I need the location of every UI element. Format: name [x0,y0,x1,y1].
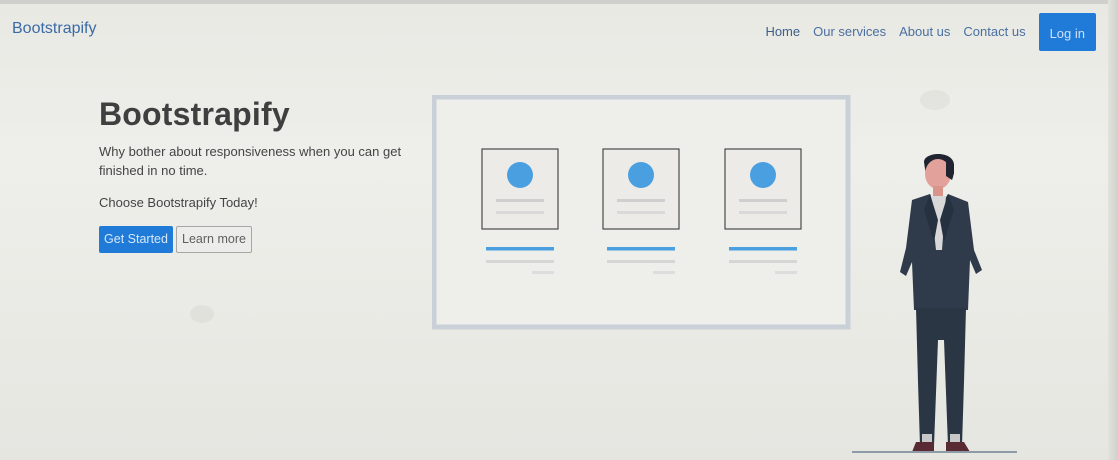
learn-more-button[interactable]: Learn more [176,226,252,253]
navbar: Bootstrapify Home Our services About us … [0,8,1110,56]
get-started-button[interactable]: Get Started [99,226,173,253]
nav-link-contact[interactable]: Contact us [963,12,1025,52]
screen-right-edge [1108,0,1118,460]
screen-smudge [920,90,950,110]
nav-link-home[interactable]: Home [765,12,800,52]
navbar-brand[interactable]: Bootstrapify [12,20,96,38]
nav-link-services[interactable]: Our services [813,12,886,52]
hero-tagline: Choose Bootstrapify Today! [99,195,258,210]
screen-top-edge [0,0,1118,4]
hero-title: Bootstrapify [99,96,290,132]
nav-link-about[interactable]: About us [899,12,950,52]
person-standing-icon [900,154,982,452]
hero-illustration [432,95,851,330]
floor-line [852,451,1017,453]
login-button[interactable]: Log in [1038,13,1096,51]
page-background: Bootstrapify Home Our services About us … [0,0,1118,460]
nav-links: Home Our services About us Contact us Lo… [765,12,1096,52]
hero-subtitle: Why bother about responsiveness when you… [99,144,402,178]
screen-smudge [190,305,214,323]
